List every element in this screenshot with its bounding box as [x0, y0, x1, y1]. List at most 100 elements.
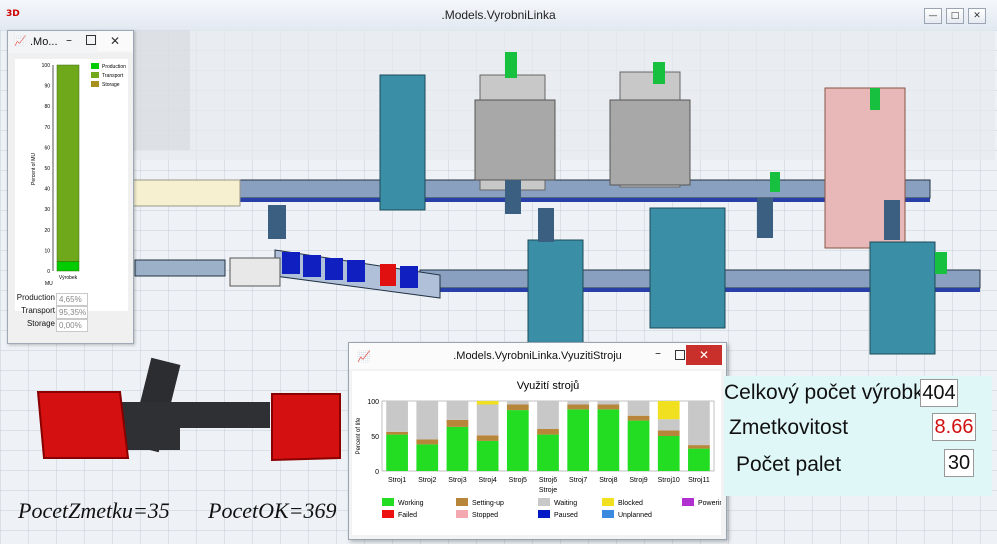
panel-maximize-button[interactable] — [86, 35, 96, 45]
legend-label: Storage — [102, 82, 120, 88]
stat-row-storage: Storage 0,00% — [8, 319, 133, 332]
scrap-counter: PocetZmetku=35 — [18, 498, 170, 523]
y-tick-label: 0 — [47, 269, 50, 275]
bar-segment-blocked — [657, 401, 680, 420]
bar-segment-setting-up — [446, 419, 469, 427]
x-axis-label: MU — [45, 281, 53, 287]
legend-swatch-blocked — [602, 498, 614, 506]
bar-segment-setting-up — [386, 431, 408, 435]
y-tick-label: 80 — [44, 104, 50, 110]
y-tick-label: 100 — [367, 399, 379, 406]
window-minimize-button[interactable]: – — [655, 346, 661, 360]
stats-panel: 📈 .Mo... – ✕ 0 10 20 30 40 50 60 70 80 90 100 Výrob… — [7, 30, 134, 344]
bar-segment-setting-up — [476, 435, 499, 441]
ok-counter: PocetOK=369 — [208, 498, 337, 523]
legend-swatch-setting-up — [456, 498, 468, 506]
x-tick-label: Stroj8 — [599, 477, 617, 484]
bar-segment-waiting — [688, 401, 710, 446]
legend-label: Stopped — [472, 512, 498, 519]
bar-segment-working — [537, 434, 559, 471]
y-tick-label: 20 — [44, 228, 50, 234]
panel-close-button[interactable]: ✕ — [97, 31, 133, 51]
scrap-rate-value: 8.66 — [932, 413, 976, 441]
close-button[interactable]: ✕ — [968, 8, 986, 24]
utilization-chart: Využití strojů 0 50 100 Percent of life Stroj… — [352, 371, 754, 535]
bar-segment-waiting — [657, 419, 680, 431]
stats-panel-title: .Mo... — [30, 36, 58, 48]
y-tick-label: 10 — [44, 248, 50, 254]
y-tick-label: 50 — [371, 434, 379, 441]
bar-segment-production — [56, 261, 80, 272]
bar-segment-setting-up — [537, 429, 559, 435]
bar-segment-waiting — [627, 401, 650, 416]
bar-segment-working — [567, 409, 590, 471]
minimize-button[interactable]: — — [924, 8, 942, 24]
legend-label: Production — [102, 64, 126, 70]
mu-stats-chart: 0 10 20 30 40 50 60 70 80 90 100 Výrobek MU Percent o… — [15, 59, 128, 311]
bar-segment-waiting — [446, 401, 469, 420]
x-tick-label: Stroj4 — [478, 477, 496, 484]
utilization-svg: Využití strojů 0 50 100 Percent of life Stroj… — [356, 380, 754, 519]
legend-label: Unplanned — [618, 512, 652, 519]
window-close-button[interactable]: ✕ — [686, 345, 722, 365]
legend-label: Setting-up — [472, 500, 504, 507]
bar-segment-working — [657, 436, 680, 471]
scrap-rate-label: Zmetkovitost — [729, 416, 849, 439]
bar-segment-waiting — [506, 401, 529, 405]
x-extra-label: Stroje — [539, 487, 557, 494]
bar-segment-setting-up — [506, 404, 529, 411]
bar-segment-waiting — [416, 401, 439, 440]
bar-segment-setting-up — [688, 445, 710, 449]
stat-label: Storage — [26, 319, 55, 328]
legend-swatch-poweringupdown — [682, 498, 694, 506]
legend-swatch-failed — [382, 510, 394, 518]
legend-swatch-transport — [91, 72, 99, 78]
bar-segment-working — [386, 434, 408, 471]
legend-swatch-stopped — [456, 510, 468, 518]
stat-label: Transport — [21, 306, 55, 315]
panel-minimize-button[interactable]: – — [66, 33, 72, 47]
bar-segment-working — [597, 409, 620, 471]
legend-swatch-waiting — [538, 498, 550, 506]
bar-segment-waiting — [597, 401, 620, 405]
bar-segment-waiting — [476, 404, 499, 436]
bar-segment-working — [627, 420, 650, 471]
bar-segment-transport — [56, 64, 80, 262]
y-tick-label: 70 — [44, 125, 50, 131]
legend-swatch-paused — [538, 510, 550, 518]
legend-label: Working — [398, 500, 424, 507]
bar-segment-setting-up — [597, 404, 620, 410]
bar-segment-setting-up — [657, 430, 680, 436]
production-info-panel: Celkový počet výrobků 404 Zmetkovitost 8… — [724, 376, 992, 496]
y-tick-label: 40 — [44, 187, 50, 193]
legend-label: Waiting — [554, 500, 577, 507]
mu-stats-svg: 0 10 20 30 40 50 60 70 80 90 100 Výrobek MU Percent o… — [31, 63, 126, 287]
machine-utilization-window: 📈 .Models.VyrobniLinka.VyuzitiStroju – ✕… — [348, 342, 754, 540]
legend-swatch-working — [382, 498, 394, 506]
bar-segment-blocked — [476, 401, 499, 405]
legend-label: Failed — [398, 512, 417, 519]
x-tick-label: Stroj7 — [569, 477, 587, 484]
bar-segment-working — [506, 410, 529, 471]
window-title: .Models.VyrobniLinka — [441, 8, 556, 22]
total-products-label: Celkový počet výrobků — [724, 381, 936, 404]
total-products-value: 404 — [920, 379, 958, 407]
bar-segment-setting-up — [567, 404, 590, 410]
window-maximize-button[interactable] — [675, 350, 685, 360]
chart-icon: 📈 — [14, 36, 27, 47]
y-tick-label: 30 — [44, 207, 50, 213]
y-tick-label: 100 — [42, 63, 51, 69]
x-tick-label: Stroj9 — [629, 477, 647, 484]
legend-label: Paused — [554, 512, 578, 519]
stat-value: 0,00% — [56, 319, 88, 332]
chart-title: Využití strojů — [517, 380, 580, 392]
x-tick-label: Stroj6 — [539, 477, 557, 484]
legend-swatch-storage — [91, 81, 99, 87]
stat-row-production: Production 4,65% — [8, 293, 133, 306]
bar-segment-setting-up — [627, 415, 650, 421]
bar-segment-working — [688, 448, 710, 471]
stat-value: 4,65% — [56, 293, 88, 306]
x-tick-label: Stroj10 — [658, 477, 680, 484]
pallets-value: 30 — [944, 449, 974, 477]
maximize-button[interactable]: □ — [946, 8, 964, 24]
